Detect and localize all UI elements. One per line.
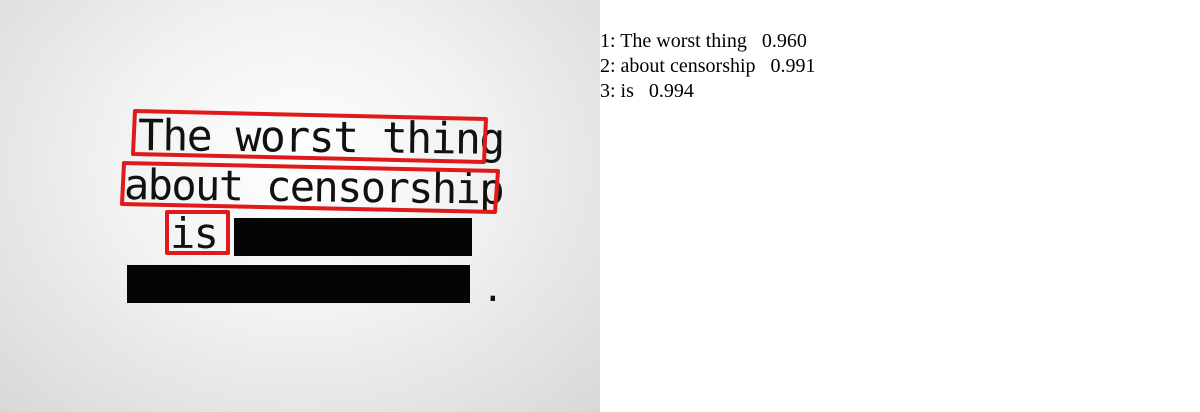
ocr-result-view: The worst thing about censorship is . 1:… [0,0,1200,412]
result-line-2: 2: about censorship 0.991 [600,55,816,77]
text-line-is: is [170,209,219,258]
redaction-bar-2 [127,265,470,303]
recognition-results: 1: The worst thing 0.960 2: about censor… [600,29,816,104]
text-line-about-censorship: about censorship [123,160,504,214]
result-line-1: 1: The worst thing 0.960 [600,30,807,52]
redaction-bar-1 [234,218,472,256]
sentence-period: . [482,269,504,310]
result-line-3: 3: is 0.994 [600,80,694,102]
text-line-the-worst-thing: The worst thing [137,111,505,165]
source-image: The worst thing about censorship is . [0,0,600,412]
